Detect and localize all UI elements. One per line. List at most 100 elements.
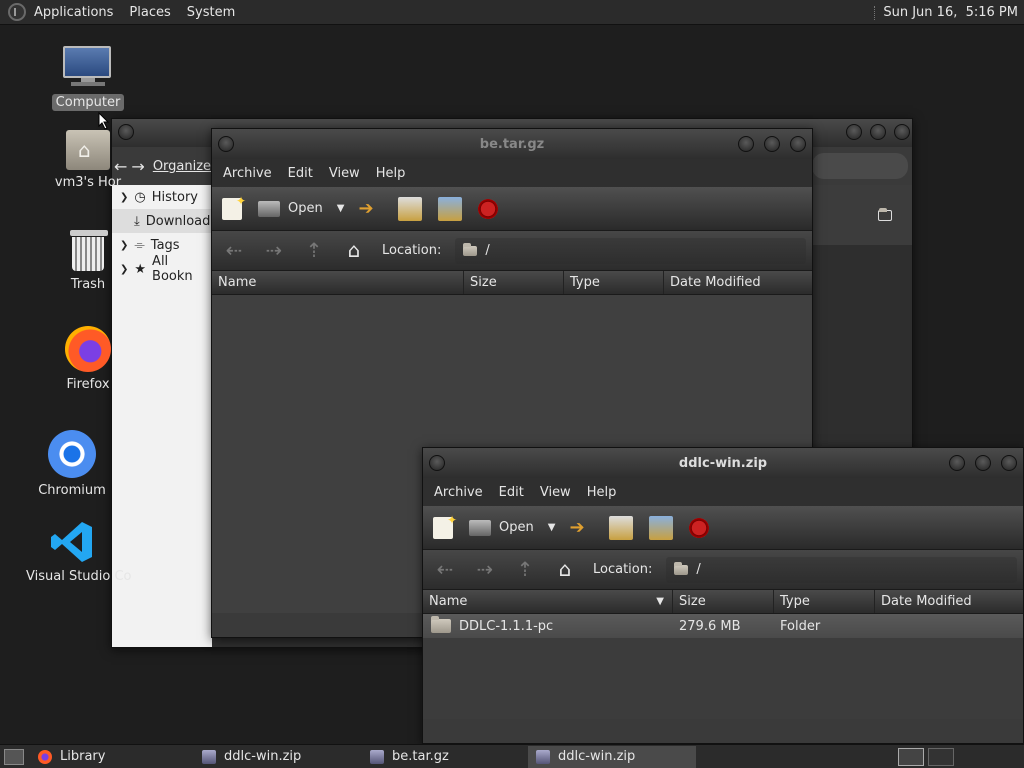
menu-help[interactable]: Help — [579, 485, 625, 500]
maximize-button[interactable] — [870, 124, 886, 140]
open-label: Open — [288, 201, 323, 216]
home-icon[interactable]: ⌂ — [342, 239, 366, 263]
close-button[interactable] — [790, 136, 806, 152]
col-type[interactable]: Type — [774, 590, 875, 613]
folder-icon[interactable] — [878, 207, 892, 221]
col-name[interactable]: Name — [212, 271, 464, 294]
col-date-modified[interactable]: Date Modified — [664, 271, 812, 294]
add-folder-icon[interactable] — [438, 196, 463, 221]
chevron-right-icon[interactable]: ❯ — [120, 192, 128, 203]
menu-archive[interactable]: Archive — [215, 166, 280, 181]
menu-view[interactable]: View — [321, 166, 368, 181]
ddlc-archive-window[interactable]: ddlc-win.zip Archive Edit View Help ✦ Op… — [422, 447, 1024, 744]
close-button[interactable] — [1001, 455, 1017, 471]
ddlc-file-list[interactable]: DDLC-1.1.1-pc 279.6 MB Folder — [423, 614, 1023, 719]
row-name-cell: DDLC-1.1.1-pc — [423, 616, 673, 634]
history-icon: ◷ — [134, 189, 146, 205]
window-menu-button[interactable] — [218, 136, 234, 152]
desktop-icon-trash[interactable]: Trash — [38, 230, 138, 293]
computer-icon — [63, 46, 113, 90]
menu-edit[interactable]: Edit — [491, 485, 532, 500]
task-label: ddlc-win.zip — [224, 749, 302, 764]
mate-logo-icon[interactable] — [8, 3, 26, 21]
be-titlebar[interactable]: be.tar.gz — [212, 129, 812, 159]
add-folder-icon[interactable] — [649, 515, 674, 540]
back-icon[interactable]: ⇠ — [222, 239, 246, 263]
col-date-modified[interactable]: Date Modified — [875, 590, 1023, 613]
system-menu[interactable]: System — [179, 5, 243, 20]
window-menu-button[interactable] — [429, 455, 445, 471]
minimize-button[interactable] — [949, 455, 965, 471]
menu-edit[interactable]: Edit — [280, 166, 321, 181]
col-size[interactable]: Size — [673, 590, 774, 613]
ddlc-titlebar[interactable]: ddlc-win.zip — [423, 448, 1023, 478]
menu-view[interactable]: View — [532, 485, 579, 500]
open-archive-icon — [469, 519, 491, 536]
ddlc-menubar: Archive Edit View Help — [423, 478, 1023, 506]
new-archive-icon[interactable]: ✦ — [433, 513, 457, 539]
forward-icon[interactable]: ⇢ — [262, 239, 286, 263]
forward-icon[interactable]: ⇢ — [473, 558, 497, 582]
task-ddlc-zip-2[interactable]: ddlc-win.zip — [528, 745, 696, 768]
new-archive-icon[interactable]: ✦ — [222, 194, 246, 220]
task-library[interactable]: Library — [30, 746, 194, 768]
workspace-switcher-2[interactable] — [928, 748, 954, 766]
home-icon[interactable]: ⌂ — [553, 558, 577, 582]
maximize-button[interactable] — [975, 455, 991, 471]
library-search-field[interactable] — [812, 153, 908, 179]
desktop-icon-vscode[interactable]: Visual Studio Co — [22, 520, 132, 585]
col-type[interactable]: Type — [564, 271, 664, 294]
stop-icon[interactable] — [689, 517, 710, 538]
task-be-tar-gz[interactable]: be.tar.gz — [362, 746, 528, 768]
row-size: 279.6 MB — [679, 618, 741, 634]
home-folder-icon: ⌂ — [66, 130, 110, 170]
row-name: DDLC-1.1.1-pc — [459, 618, 554, 634]
close-button[interactable] — [894, 124, 910, 140]
desktop-icon-label: Chromium — [38, 483, 106, 498]
location-field[interactable]: / — [455, 237, 806, 264]
add-files-icon[interactable] — [398, 196, 423, 221]
col-size[interactable]: Size — [464, 271, 564, 294]
show-desktop-icon[interactable] — [4, 748, 24, 765]
desktop-icon-firefox[interactable]: Firefox — [38, 326, 138, 393]
maximize-button[interactable] — [764, 136, 780, 152]
minimize-button[interactable] — [846, 124, 862, 140]
ddlc-column-header: Name ▼ Size Type Date Modified — [423, 590, 1023, 614]
folder-icon — [431, 616, 451, 633]
table-row[interactable]: DDLC-1.1.1-pc 279.6 MB Folder — [423, 614, 1023, 638]
menu-help[interactable]: Help — [368, 166, 414, 181]
extract-icon[interactable]: ➔ — [358, 197, 382, 221]
be-toolbar: ✦ Open ▼ ➔ — [212, 187, 812, 231]
open-button[interactable]: Open ▼ — [258, 200, 345, 217]
minimize-button[interactable] — [738, 136, 754, 152]
extract-icon[interactable]: ➔ — [569, 516, 593, 540]
chromium-icon — [48, 430, 96, 478]
organize-button[interactable]: Organize — [153, 159, 211, 174]
back-icon[interactable]: ⇠ — [433, 558, 457, 582]
task-ddlc-zip-1[interactable]: ddlc-win.zip — [194, 746, 362, 768]
up-icon[interactable]: ⇡ — [302, 239, 326, 263]
up-icon[interactable]: ⇡ — [513, 558, 537, 582]
vscode-icon — [50, 520, 94, 564]
window-title: ddlc-win.zip — [678, 455, 768, 471]
location-field[interactable]: / — [666, 556, 1017, 583]
open-button[interactable]: Open ▼ — [469, 519, 556, 536]
applications-menu[interactable]: Applications — [26, 5, 121, 20]
clock[interactable]: Sun Jun 16, 5:16 PM — [883, 5, 1018, 20]
archive-icon — [536, 749, 550, 764]
menu-archive[interactable]: Archive — [426, 485, 491, 500]
desktop-icon-label: Trash — [70, 277, 106, 292]
places-menu[interactable]: Places — [121, 5, 178, 20]
ddlc-location-bar: ⇠ ⇢ ⇡ ⌂ Location: / — [423, 550, 1023, 590]
chevron-down-icon[interactable]: ▼ — [337, 203, 345, 214]
desktop-icon-computer[interactable]: Computer — [38, 46, 138, 111]
desktop-icon-home[interactable]: ⌂ vm3's Hor — [38, 130, 138, 191]
stop-icon[interactable] — [478, 198, 499, 219]
clock-area: Sun Jun 16, 5:16 PM — [874, 0, 1018, 25]
chevron-down-icon[interactable]: ▼ — [548, 522, 556, 533]
workspace-switcher[interactable] — [898, 748, 924, 766]
col-name[interactable]: Name ▼ — [423, 590, 673, 613]
add-files-icon[interactable] — [609, 515, 634, 540]
task-label: ddlc-win.zip — [558, 749, 636, 764]
desktop-icon-chromium[interactable]: Chromium — [22, 430, 122, 499]
